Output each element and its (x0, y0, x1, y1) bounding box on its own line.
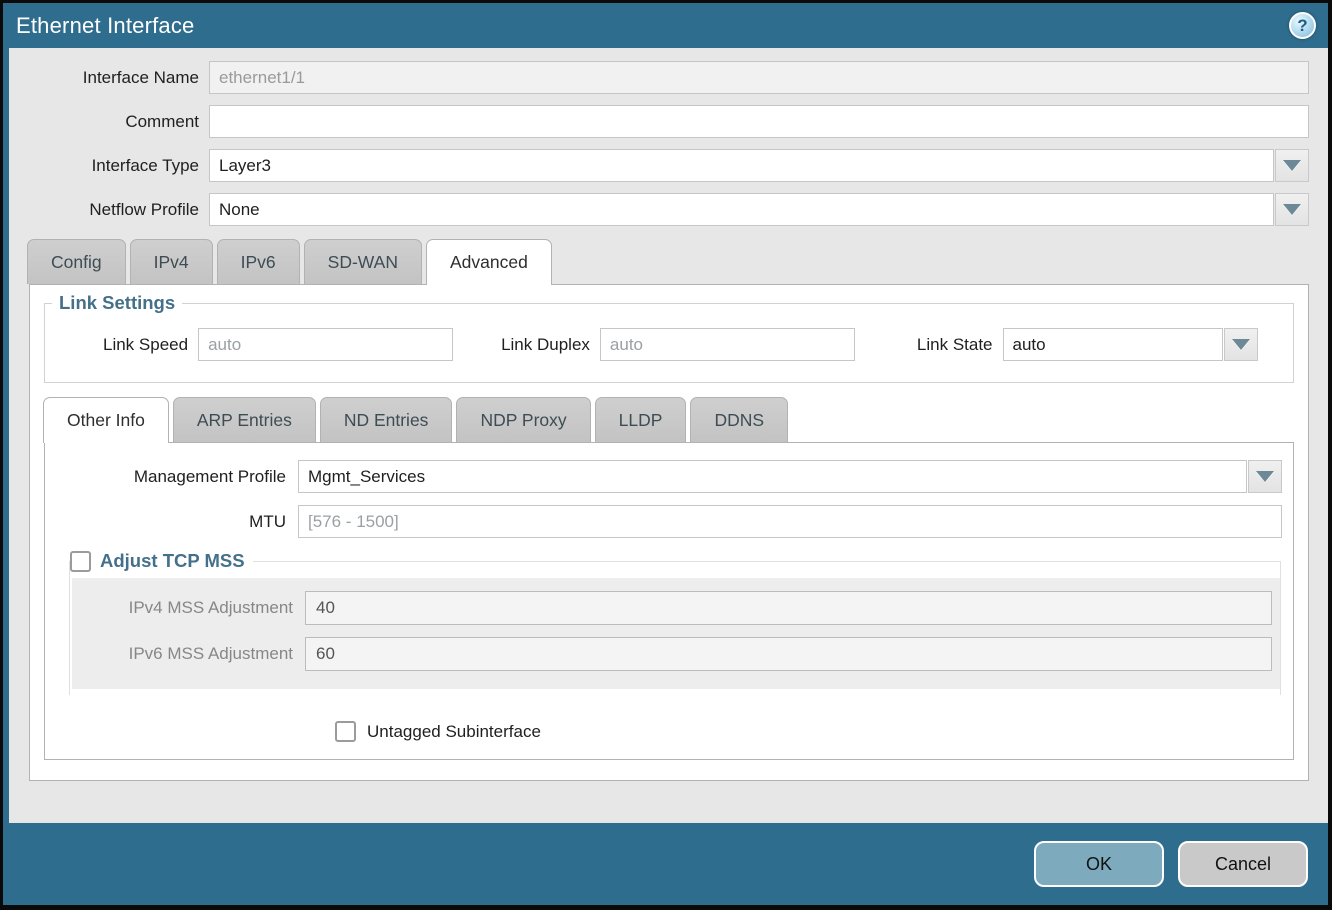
interface-name-label: Interface Name (9, 68, 209, 88)
ipv4-mss-row: IPv4 MSS Adjustment (72, 591, 1272, 625)
untagged-subinterface-label: Untagged Subinterface (367, 722, 541, 742)
tab-ddns[interactable]: DDNS (690, 397, 788, 442)
chevron-down-icon (1283, 204, 1301, 215)
chevron-down-icon (1256, 471, 1274, 482)
chevron-down-icon (1283, 160, 1301, 171)
tab-advanced[interactable]: Advanced (426, 239, 552, 285)
management-profile-row: Management Profile Mgmt_Services (45, 460, 1282, 493)
interface-type-value[interactable]: Layer3 (209, 149, 1274, 182)
link-state-value[interactable]: auto (1003, 328, 1223, 361)
other-info-tab-panel: Management Profile Mgmt_Services MTU (44, 442, 1294, 760)
ipv4-mss-field (305, 591, 1272, 625)
ipv6-mss-row: IPv6 MSS Adjustment (72, 637, 1272, 671)
secondary-tab-strip: Other Info ARP Entries ND Entries NDP Pr… (43, 397, 1308, 442)
dialog-title: Ethernet Interface (16, 13, 194, 39)
dialog-body: Interface Name Comment Interface Type La… (9, 48, 1328, 823)
tab-nd-entries[interactable]: ND Entries (320, 397, 453, 442)
link-settings-row: Link Speed Link Duplex Link State auto (45, 328, 1293, 361)
ipv6-mss-label: IPv6 MSS Adjustment (72, 644, 305, 664)
netflow-profile-row: Netflow Profile None (9, 193, 1309, 226)
chevron-down-icon (1232, 339, 1250, 350)
link-state-dropdown-button[interactable] (1224, 328, 1258, 361)
link-settings-group: Link Settings Link Speed Link Duplex Lin… (44, 292, 1294, 383)
netflow-profile-label: Netflow Profile (9, 200, 209, 220)
interface-name-row: Interface Name (9, 61, 1309, 94)
link-state-select[interactable]: auto (1003, 328, 1258, 361)
interface-type-select[interactable]: Layer3 (209, 149, 1309, 182)
ok-button[interactable]: OK (1034, 841, 1164, 887)
untagged-subinterface-checkbox[interactable] (335, 721, 356, 742)
management-profile-dropdown-button[interactable] (1248, 460, 1282, 493)
ipv4-mss-label: IPv4 MSS Adjustment (72, 598, 305, 618)
netflow-profile-dropdown-button[interactable] (1275, 193, 1309, 226)
tab-ipv4[interactable]: IPv4 (130, 239, 213, 284)
netflow-profile-select[interactable]: None (209, 193, 1309, 226)
interface-name-field (209, 61, 1309, 94)
mtu-row: MTU (45, 505, 1282, 538)
link-state-label: Link State (917, 335, 1003, 355)
ethernet-interface-dialog: Ethernet Interface ? Interface Name Comm… (3, 3, 1328, 905)
link-speed-label: Link Speed (103, 335, 198, 355)
tab-config[interactable]: Config (27, 239, 126, 284)
link-speed-field[interactable] (198, 328, 453, 361)
tab-sdwan[interactable]: SD-WAN (304, 239, 422, 284)
management-profile-select[interactable]: Mgmt_Services (298, 460, 1282, 493)
untagged-subinterface-row: Untagged Subinterface (335, 721, 1293, 742)
titlebar: Ethernet Interface ? (3, 3, 1328, 48)
interface-type-label: Interface Type (9, 156, 209, 176)
mtu-field[interactable] (298, 505, 1282, 538)
help-icon[interactable]: ? (1289, 12, 1316, 39)
comment-field[interactable] (209, 105, 1309, 138)
link-duplex-field[interactable] (600, 328, 855, 361)
ipv6-mss-field (305, 637, 1272, 671)
adjust-tcp-mss-legend-text: Adjust TCP MSS (100, 550, 245, 572)
dialog-footer: OK Cancel (3, 823, 1328, 905)
primary-tab-strip: Config IPv4 IPv6 SD-WAN Advanced (27, 239, 1328, 284)
management-profile-value[interactable]: Mgmt_Services (298, 460, 1247, 493)
tab-ipv6[interactable]: IPv6 (217, 239, 300, 284)
link-settings-legend: Link Settings (52, 292, 182, 314)
advanced-tab-panel: Link Settings Link Speed Link Duplex Lin… (29, 284, 1309, 781)
cancel-button[interactable]: Cancel (1178, 841, 1308, 887)
tab-arp-entries[interactable]: ARP Entries (173, 397, 316, 442)
interface-type-dropdown-button[interactable] (1275, 149, 1309, 182)
adjust-tcp-mss-checkbox[interactable] (70, 551, 91, 572)
link-duplex-label: Link Duplex (501, 335, 600, 355)
mss-panel: IPv4 MSS Adjustment IPv6 MSS Adjustment (72, 578, 1280, 689)
tab-ndp-proxy[interactable]: NDP Proxy (456, 397, 590, 442)
mtu-label: MTU (45, 512, 298, 532)
management-profile-label: Management Profile (45, 467, 298, 487)
interface-type-row: Interface Type Layer3 (9, 149, 1309, 182)
adjust-tcp-mss-group: Adjust TCP MSS IPv4 MSS Adjustment IPv6 … (69, 550, 1281, 695)
tab-other-info[interactable]: Other Info (43, 397, 169, 443)
netflow-profile-value[interactable]: None (209, 193, 1274, 226)
tab-lldp[interactable]: LLDP (595, 397, 687, 442)
comment-label: Comment (9, 112, 209, 132)
adjust-tcp-mss-legend: Adjust TCP MSS (70, 550, 253, 572)
comment-row: Comment (9, 105, 1309, 138)
